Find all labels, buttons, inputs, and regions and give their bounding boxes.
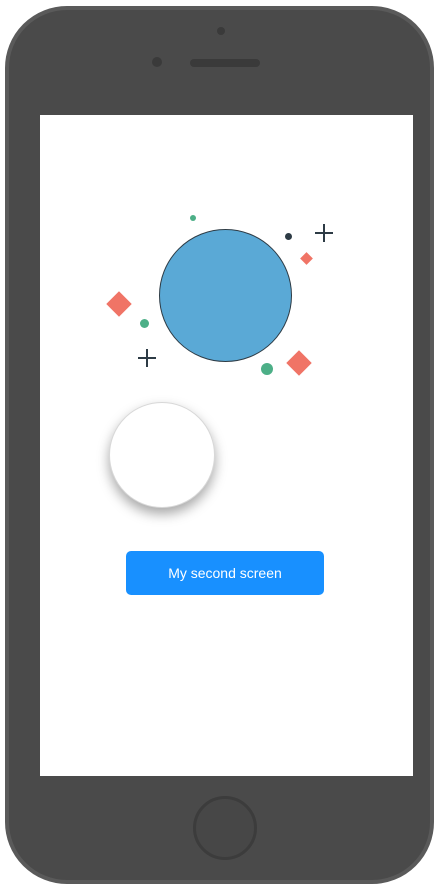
plus-sparkle-icon (138, 349, 156, 367)
small-diamond-icon (300, 252, 313, 265)
planet-circle (159, 229, 292, 362)
green-dot-icon (140, 319, 149, 328)
plus-sparkle-icon (315, 224, 333, 242)
dark-dot-icon (285, 233, 292, 240)
page: My second screen (0, 0, 439, 889)
home-button[interactable] (193, 796, 257, 860)
earpiece-speaker-icon (190, 59, 260, 67)
diamond-icon (106, 291, 132, 317)
phone-screen: My second screen (40, 115, 413, 776)
diamond-icon (286, 350, 312, 376)
green-dot-icon (261, 363, 273, 375)
proximity-sensor-icon (152, 57, 162, 67)
green-dot-icon (190, 215, 196, 221)
my-second-screen-button[interactable]: My second screen (126, 551, 324, 595)
front-camera-icon (217, 27, 225, 35)
floating-circle-button[interactable] (109, 402, 215, 508)
